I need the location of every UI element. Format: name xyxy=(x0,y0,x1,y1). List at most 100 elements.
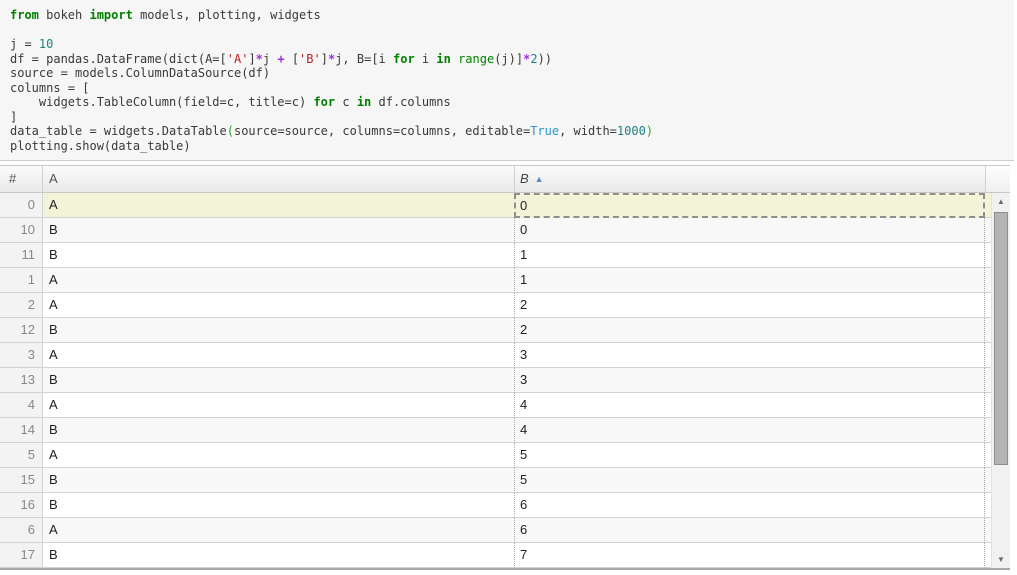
code-token: j, B=[i xyxy=(335,51,393,66)
code-line: widgets.TableColumn(field=c, title=c) fo… xyxy=(10,95,1004,110)
table-row[interactable]: 3A3 xyxy=(0,343,991,368)
header-cell-index[interactable]: # xyxy=(0,166,43,192)
table-row[interactable]: 4A4 xyxy=(0,393,991,418)
code-token: data_table = widgets.DataTable xyxy=(10,124,227,138)
code-token: , width= xyxy=(559,124,617,138)
cell-column-a[interactable]: A xyxy=(43,393,515,418)
cell-column-b[interactable]: 2 xyxy=(514,318,985,343)
code-token: 10 xyxy=(38,37,54,51)
cell-column-a[interactable]: B xyxy=(43,318,515,343)
cell-column-b[interactable]: 4 xyxy=(514,418,985,443)
table-row[interactable]: 13 B 3 xyxy=(0,368,991,393)
row-index-cell[interactable]: 16 xyxy=(0,493,43,518)
table-row[interactable]: 1A1 xyxy=(0,268,991,293)
code-token: 1000 xyxy=(616,124,646,138)
table-body: 0 A 0 10 B 0 11 B 1 1 A 1 2 A 2 12 B 2 3 A 3 13 B 3 4 A 4 14 B 4 5 A 5 15… xyxy=(0,193,1010,568)
cell-column-b[interactable]: 6 xyxy=(514,518,985,543)
cell-column-b[interactable]: 4 xyxy=(514,393,985,418)
table-row[interactable]: 17 B 7 xyxy=(0,543,991,568)
table-row[interactable]: 6A6 xyxy=(0,518,991,543)
cell-column-a[interactable]: A xyxy=(43,343,515,368)
code-token: source=source, columns=columns, editable… xyxy=(233,124,531,138)
cell-column-b[interactable]: 5 xyxy=(514,468,985,493)
active-cell[interactable]: 0 xyxy=(514,193,985,218)
table-row[interactable]: 16 B 6 xyxy=(0,493,991,518)
code-token: ] xyxy=(248,51,256,66)
code-token: ] xyxy=(320,51,328,66)
row-index-cell[interactable]: 10 xyxy=(0,218,43,243)
table-rows-canvas: 0 A 0 10 B 0 11 B 1 1 A 1 2 A 2 12 B 2 3 A 3 13 B 3 4 A 4 14 B 4 5 A 5 15… xyxy=(0,193,991,568)
table-row[interactable]: 14 B 4 xyxy=(0,418,991,443)
cell-column-b[interactable]: 0 xyxy=(514,218,985,243)
code-token: bokeh xyxy=(38,8,90,22)
row-index-cell[interactable]: 6 xyxy=(0,518,43,543)
code-token: 'A' xyxy=(226,51,249,66)
row-index-cell[interactable]: 15 xyxy=(0,468,43,493)
cell-column-b[interactable]: 7 xyxy=(514,543,985,568)
code-token: j xyxy=(262,51,278,66)
cell-column-a[interactable]: B xyxy=(43,368,515,393)
cell-column-b[interactable]: 3 xyxy=(514,343,985,368)
code-token: (j)] xyxy=(494,51,524,66)
cell-column-b[interactable]: 5 xyxy=(514,443,985,468)
row-index-cell[interactable]: 11 xyxy=(0,243,43,268)
cell-column-a[interactable]: B xyxy=(43,543,515,568)
header-cell-b[interactable]: B ▲ xyxy=(515,166,986,192)
code-token: + xyxy=(277,51,285,66)
code-token: df = pandas.DataFrame(dict(A=[ xyxy=(10,51,227,66)
header-cell-a[interactable]: A xyxy=(43,166,515,192)
table-row[interactable]: 15 B 5 xyxy=(0,468,991,493)
cell-column-a[interactable]: A xyxy=(43,193,515,218)
cell-column-a[interactable]: B xyxy=(43,243,515,268)
table-row[interactable]: 10 B 0 xyxy=(0,218,991,243)
row-index-cell[interactable]: 1 xyxy=(0,268,43,293)
row-index-cell[interactable]: 14 xyxy=(0,418,43,443)
cell-column-b[interactable]: 2 xyxy=(514,293,985,318)
cell-column-b[interactable]: 6 xyxy=(514,493,985,518)
cell-column-b[interactable]: 3 xyxy=(514,368,985,393)
cell-column-a[interactable]: A xyxy=(43,293,515,318)
table-row[interactable]: 12 B 2 xyxy=(0,318,991,343)
row-index-cell[interactable]: 2 xyxy=(0,293,43,318)
cell-column-a[interactable]: B xyxy=(43,493,515,518)
cell-column-a[interactable]: B xyxy=(43,218,515,243)
code-token: plotting.show(data_table) xyxy=(10,138,191,153)
table-row[interactable]: 11 B 1 xyxy=(0,243,991,268)
cell-column-b[interactable]: 1 xyxy=(514,243,985,268)
code-token: from xyxy=(10,8,39,22)
sort-ascending-icon: ▲ xyxy=(534,174,544,184)
code-token: import xyxy=(89,8,133,22)
row-index-cell[interactable]: 5 xyxy=(0,443,43,468)
cell-column-a[interactable]: A xyxy=(43,518,515,543)
cell-column-b[interactable]: 1 xyxy=(514,268,985,293)
table-row[interactable]: 5A5 xyxy=(0,443,991,468)
scrollbar-down-icon[interactable]: ▼ xyxy=(992,551,1010,568)
table-header-row: # A B ▲ xyxy=(0,166,1010,193)
code-token: ( xyxy=(226,124,234,138)
row-index-cell[interactable]: 3 xyxy=(0,343,43,368)
table-row[interactable]: 2A2 xyxy=(0,293,991,318)
cell-column-a[interactable]: A xyxy=(43,443,515,468)
code-token: i xyxy=(414,51,437,66)
cell-column-a[interactable]: A xyxy=(43,268,515,293)
code-line: source = models.ColumnDataSource(df) xyxy=(10,66,1004,81)
scrollbar-thumb[interactable] xyxy=(994,212,1008,465)
code-line: from bokeh import models, plotting, widg… xyxy=(10,8,1004,23)
code-token: df.columns xyxy=(371,95,451,109)
row-index-cell[interactable]: 4 xyxy=(0,393,43,418)
table-row[interactable]: 0A0 xyxy=(0,193,991,218)
row-index-cell[interactable]: 12 xyxy=(0,318,43,343)
row-index-cell[interactable]: 17 xyxy=(0,543,43,568)
code-line: df = pandas.DataFrame(dict(A=['A']*j + [… xyxy=(10,52,1004,67)
code-token: source = models.ColumnDataSource(df) xyxy=(10,66,271,80)
cell-column-a[interactable]: B xyxy=(43,418,515,443)
code-token: c xyxy=(335,95,357,109)
cell-column-a[interactable]: B xyxy=(43,468,515,493)
row-index-cell[interactable]: 13 xyxy=(0,368,43,393)
code-token: widgets.TableColumn(field=c, title=c) xyxy=(10,95,314,109)
row-index-cell[interactable]: 0 xyxy=(0,193,43,218)
vertical-scrollbar[interactable]: ▲ ▼ xyxy=(991,193,1010,568)
scrollbar-up-icon[interactable]: ▲ xyxy=(992,193,1010,210)
